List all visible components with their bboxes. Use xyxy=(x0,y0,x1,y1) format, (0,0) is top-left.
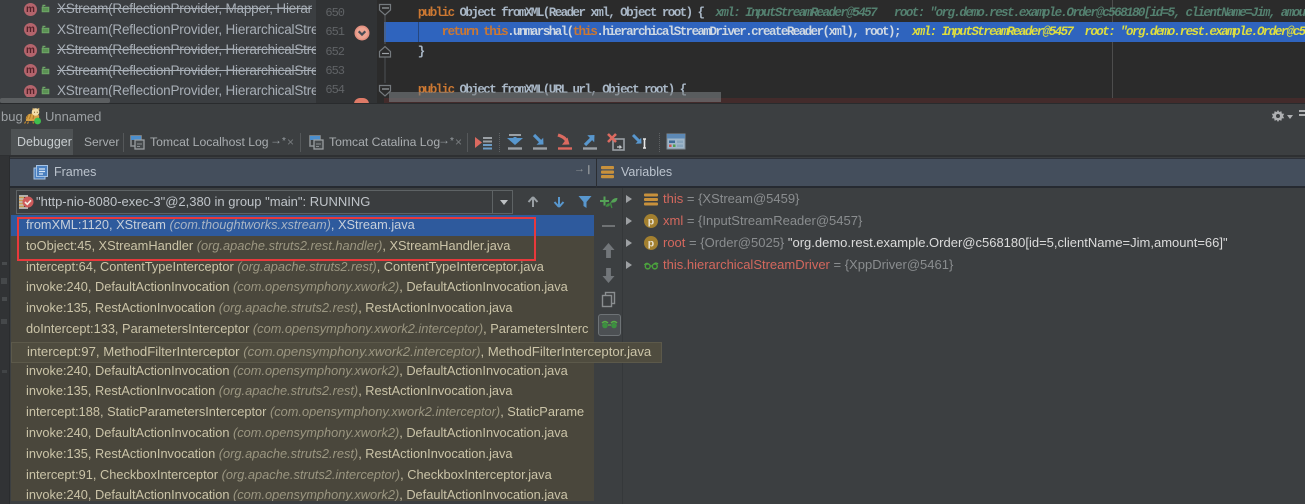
svg-text:p: p xyxy=(648,216,654,228)
svg-text:p: p xyxy=(648,238,654,250)
